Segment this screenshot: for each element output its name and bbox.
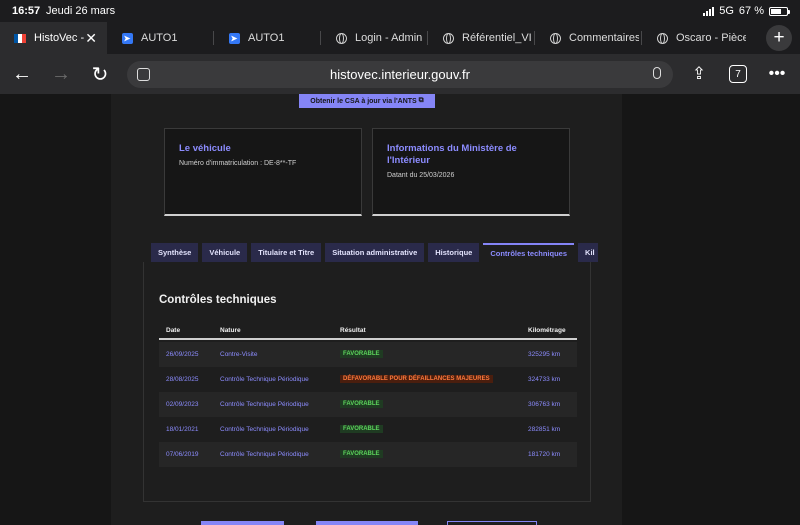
cell-nature: Contrôle Technique Périodique (220, 451, 309, 458)
col-result: Résultat (340, 327, 366, 334)
result-badge: FAVORABLE (340, 425, 383, 433)
browser-tab-histovec[interactable]: HistoVec - ✕ (0, 22, 107, 54)
status-indicators: 5G 67 % (703, 5, 790, 17)
address-bar[interactable]: histovec.interieur.gouv.fr (127, 61, 673, 88)
forward-arrow-icon[interactable]: → (48, 61, 74, 87)
result-badge: FAVORABLE (340, 350, 383, 358)
col-nature: Nature (220, 327, 241, 334)
cell-nature: Contrôle Technique Périodique (220, 426, 309, 433)
col-km: Kilométrage (528, 327, 566, 334)
col-date: Date (166, 327, 181, 334)
table-row: 18/01/2021 Contrôle Technique Périodique… (159, 417, 577, 442)
cell-km: 282851 km (528, 426, 561, 433)
browser-tab-commentaires[interactable]: Commentaires (535, 22, 642, 54)
clock: 16:57 (12, 5, 41, 17)
cell-nature: Contrôle Technique Périodique (220, 401, 309, 408)
ministry-date: Datant du 25/03/2026 (387, 172, 455, 179)
browser-toolbar: ← → ↻ histovec.interieur.gouv.fr ⇪ 7 ••• (0, 54, 800, 94)
result-badge: DÉFAVORABLE POUR DÉFAILLANCES MAJEURES (340, 375, 493, 383)
cell-date: 18/01/2021 (166, 426, 199, 433)
cell-nature: Contrôle Technique Périodique (220, 376, 309, 383)
back-arrow-icon[interactable]: ← (9, 61, 35, 87)
tab-situation[interactable]: Situation administrative (325, 243, 425, 262)
tab-titulaire[interactable]: Titulaire et Titre (251, 243, 322, 262)
table-row: 07/06/2019 Contrôle Technique Périodique… (159, 442, 577, 467)
result-badge: FAVORABLE (340, 400, 383, 408)
ministry-card: Informations du Ministère de l'Intérieur… (372, 128, 570, 216)
auto1-icon: ➤ (121, 32, 133, 44)
globe-icon (656, 32, 668, 44)
url-text: histovec.interieur.gouv.fr (330, 67, 470, 82)
globe-icon (335, 32, 347, 44)
network-label: 5G (719, 5, 734, 17)
cell-km: 324733 km (528, 376, 561, 383)
cell-date: 02/09/2023 (166, 401, 199, 408)
reload-icon[interactable]: ↻ (87, 61, 113, 87)
tab-title: AUTO1 (248, 32, 285, 44)
cell-km: 181720 km (528, 451, 561, 458)
browser-tab-bar: HistoVec - ✕ ➤ AUTO1 ➤ AUTO1 Login - Adm… (0, 22, 800, 54)
tab-vehicule[interactable]: Véhicule (202, 243, 248, 262)
cell-km: 325295 km (528, 351, 561, 358)
auto1-icon: ➤ (228, 32, 240, 44)
signal-icon (703, 6, 715, 16)
share-icon[interactable]: ⇪ (686, 61, 712, 87)
vehicle-card-title: Le véhicule (179, 143, 231, 154)
site-settings-icon[interactable] (137, 68, 150, 81)
cell-date: 28/08/2025 (166, 376, 199, 383)
globe-icon (442, 32, 454, 44)
footer-button-2[interactable] (316, 521, 418, 525)
tab-title: Référentiel_VIN (462, 32, 532, 44)
microphone-icon[interactable] (653, 67, 661, 79)
tab-title: Login - Admin (355, 32, 423, 44)
browser-tab-oscaro[interactable]: Oscaro - Pièce (642, 22, 749, 54)
table-row: 02/09/2023 Contrôle Technique Périodique… (159, 392, 577, 417)
footer-button-3[interactable] (447, 521, 537, 525)
tab-title: Commentaires (569, 32, 639, 44)
cell-date: 26/09/2025 (166, 351, 199, 358)
browser-tab-referentiel[interactable]: Référentiel_VIN (428, 22, 535, 54)
ministry-card-title: Informations du Ministère de l'Intérieur (387, 143, 517, 166)
browser-tab-auto1-2[interactable]: ➤ AUTO1 (214, 22, 321, 54)
section-tabs: Synthèse Véhicule Titulaire et Titre Sit… (151, 243, 599, 262)
tab-synthese[interactable]: Synthèse (151, 243, 199, 262)
tab-historique[interactable]: Historique (428, 243, 480, 262)
tab-title: Oscaro - Pièce (676, 32, 746, 44)
section-title: Contrôles techniques (159, 294, 277, 306)
table-row: 26/09/2025 Contre-Visite FAVORABLE 32529… (159, 342, 577, 367)
tab-controles[interactable]: Contrôles techniques (483, 243, 575, 262)
globe-icon (549, 32, 561, 44)
battery-percent: 67 % (738, 5, 764, 17)
footer-button-1[interactable] (201, 521, 284, 525)
cell-date: 07/06/2019 (166, 451, 199, 458)
new-tab-button[interactable]: + (766, 25, 792, 51)
table-header: Date Nature Résultat Kilométrage (159, 322, 577, 340)
ants-link-button[interactable]: Obtenir le CSA à jour via l'ANTS ⧉ (299, 94, 435, 108)
status-bar: 16:57 Jeudi 26 mars 5G 67 % (0, 0, 800, 22)
tab-switcher-button[interactable]: 7 (725, 61, 751, 87)
tab-title: HistoVec - (34, 32, 85, 44)
battery-icon (769, 6, 790, 16)
controls-panel: Contrôles techniques Date Nature Résulta… (143, 262, 591, 502)
date: Jeudi 26 mars (46, 5, 116, 17)
plate-number: Numéro d'immatriculation : DE-8**-TF (179, 160, 297, 167)
cell-nature: Contre-Visite (220, 351, 258, 358)
tab-title: AUTO1 (141, 32, 178, 44)
browser-tab-auto1[interactable]: ➤ AUTO1 (107, 22, 214, 54)
browser-tab-login[interactable]: Login - Admin (321, 22, 428, 54)
table-row: 28/08/2025 Contrôle Technique Périodique… (159, 367, 577, 392)
vehicle-card: Le véhicule Numéro d'immatriculation : D… (164, 128, 362, 216)
close-tab-icon[interactable]: ✕ (85, 30, 97, 47)
cell-km: 306763 km (528, 401, 561, 408)
result-badge: FAVORABLE (340, 450, 383, 458)
tab-kilometrage[interactable]: Kil (578, 243, 599, 262)
france-flag-icon (14, 32, 26, 44)
more-menu-icon[interactable]: ••• (764, 61, 790, 87)
